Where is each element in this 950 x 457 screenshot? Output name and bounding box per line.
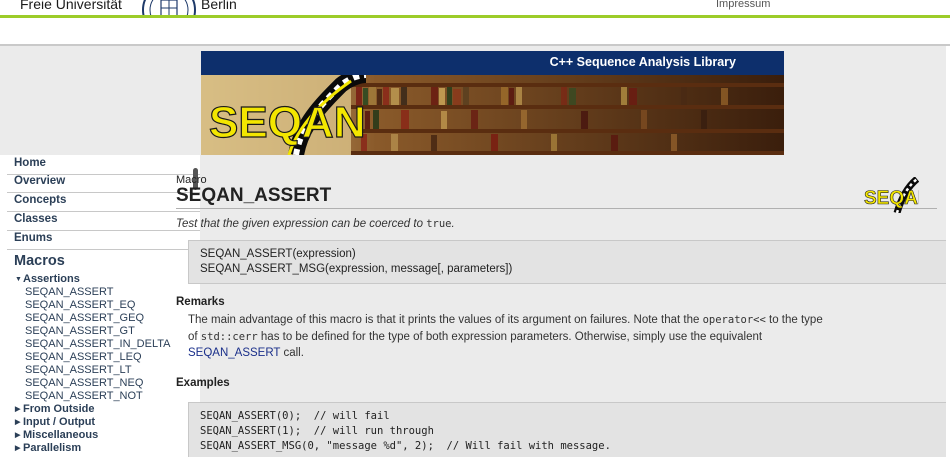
university-name-right: Berlin (201, 0, 237, 12)
seqan-assert-link[interactable]: SEQAN_ASSERT (188, 347, 280, 359)
title-divider (176, 208, 937, 209)
remarks-line-1: The main advantage of this macro is that… (188, 314, 823, 326)
seqan-logo-text: SEQAN (209, 98, 365, 147)
example-code-box: SEQAN_ASSERT(0); // will fail SEQAN_ASSE… (188, 402, 946, 457)
tree-item[interactable]: SEQAN_ASSERT_NEQ (25, 377, 143, 389)
description-code: true (426, 218, 452, 230)
tree-group-label: Miscellaneous (23, 429, 99, 441)
header-divider (0, 44, 950, 46)
university-name-left: Freie Universität (20, 0, 122, 12)
university-header: Freie Universität Berlin Impressum (0, 0, 950, 37)
remarks-text: of (188, 331, 198, 343)
remarks-code: operator<< (702, 314, 766, 326)
signature-line: SEQAN_ASSERT_MSG(expression, message[, p… (200, 263, 513, 275)
signature-box: SEQAN_ASSERT(expression) SEQAN_ASSERT_MS… (188, 240, 946, 284)
remarks-text: has to be defined for the type of both e… (260, 331, 763, 343)
seqan-small-logo-text: SEQAN (864, 188, 919, 209)
seqan-banner: C++ Sequence Analysis Library SEQAN (201, 51, 784, 155)
banner-title: C++ Sequence Analysis Library (549, 55, 736, 69)
remarks-heading: Remarks (176, 296, 225, 308)
tree-group-miscellaneous[interactable]: ▶ Miscellaneous (15, 429, 98, 441)
tree-group-label: Parallelism (23, 442, 82, 454)
tree-group-input-output[interactable]: ▶ Input / Output (15, 416, 95, 428)
sidebar-item-concepts[interactable]: Concepts (7, 194, 200, 212)
description-text: Test that the given expression can be co… (176, 218, 423, 230)
tree-item[interactable]: SEQAN_ASSERT_GT (25, 325, 135, 337)
sidebar-navigation: Home Overview Concepts Classes Enums Mac… (0, 155, 200, 457)
tree-item[interactable]: SEQAN_ASSERT_NOT (25, 390, 143, 402)
code-line: SEQAN_ASSERT(0); // will fail (200, 410, 390, 422)
tree-item[interactable]: SEQAN_ASSERT_LT (25, 364, 132, 376)
triangle-right-icon: ▶ (15, 432, 21, 439)
code-line: SEQAN_ASSERT_MSG(0, "message %d", 2); //… (200, 440, 611, 452)
header-strip (0, 18, 950, 44)
tree-group-parallelism[interactable]: ▶ Parallelism (15, 442, 81, 454)
tree-group-label: Assertions (23, 273, 80, 285)
triangle-right-icon: ▶ (15, 406, 21, 413)
remarks-code: std::cerr (200, 331, 258, 343)
sidebar-macros-heading[interactable]: Macros (14, 253, 65, 269)
triangle-right-icon: ▶ (15, 419, 21, 426)
description-suffix: . (451, 218, 455, 230)
tree-item[interactable]: SEQAN_ASSERT_IN_DELTA (25, 338, 171, 350)
main-content: Macro SEQAN_ASSERT SEQAN Test that the g… (176, 155, 946, 457)
page-right-border (946, 46, 950, 457)
remarks-line-3: SEQAN_ASSERT call. (188, 347, 304, 359)
impressum-link[interactable]: Impressum (716, 0, 770, 10)
tree-item[interactable]: SEQAN_ASSERT_LEQ (25, 351, 142, 363)
tree-group-label: Input / Output (23, 416, 96, 428)
sidebar-item-enums[interactable]: Enums (7, 232, 200, 250)
macro-description: Test that the given expression can be co… (176, 218, 455, 230)
remarks-text: call. (283, 347, 304, 359)
tree-group-assertions[interactable]: ▼Assertions (15, 273, 80, 285)
signature-line: SEQAN_ASSERT(expression) (200, 248, 356, 260)
page-title: SEQAN_ASSERT (176, 185, 332, 206)
sidebar-item-overview[interactable]: Overview (7, 175, 200, 193)
remarks-text: to the type (769, 314, 823, 326)
triangle-down-icon: ▼ (15, 276, 22, 283)
tree-item[interactable]: SEQAN_ASSERT (25, 286, 113, 298)
tree-group-from-outside[interactable]: ▶ From Outside (15, 403, 95, 415)
remarks-text: The main advantage of this macro is that… (188, 314, 700, 326)
triangle-right-icon: ▶ (15, 445, 21, 452)
remarks-line-2: of std::cerr has to be defined for the t… (188, 331, 762, 343)
banner-title-bar: C++ Sequence Analysis Library (201, 51, 784, 75)
seqan-small-logo: SEQAN (864, 177, 919, 213)
tree-item[interactable]: SEQAN_ASSERT_EQ (25, 299, 135, 311)
examples-heading: Examples (176, 377, 230, 389)
code-line: SEQAN_ASSERT(1); // will run through (200, 425, 434, 437)
sidebar-item-classes[interactable]: Classes (7, 213, 200, 231)
library-bookshelf-image: SEQAN (201, 75, 784, 155)
tree-group-label: From Outside (23, 403, 95, 415)
tree-item[interactable]: SEQAN_ASSERT_GEQ (25, 312, 144, 324)
sidebar-item-home[interactable]: Home (7, 157, 200, 175)
